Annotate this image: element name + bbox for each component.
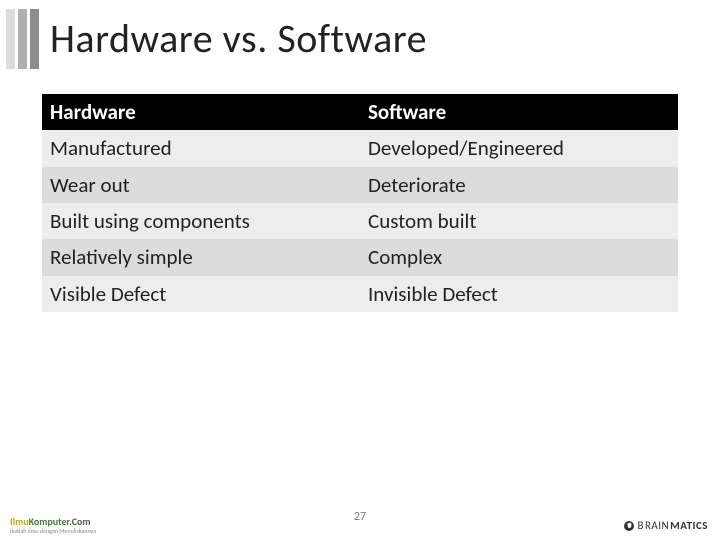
footer-right-logo: BRAINMATICS	[624, 519, 708, 532]
table-cell: Visible Defect	[42, 276, 360, 312]
page-number: 27	[0, 510, 720, 524]
table-row: Built using components Custom built	[42, 203, 678, 239]
deco-bar	[18, 9, 27, 69]
table-row: Visible Defect Invisible Defect	[42, 276, 678, 312]
deco-bar	[6, 9, 15, 69]
table-cell: Manufactured	[42, 130, 360, 166]
table-cell: Developed/Engineered	[360, 130, 678, 166]
table-header-software: Software	[360, 94, 678, 130]
table-cell: Relatively simple	[42, 239, 360, 275]
table-cell: Deteriorate	[360, 167, 678, 203]
table-cell: Complex	[360, 239, 678, 275]
table-row: Relatively simple Complex	[42, 239, 678, 275]
brand-letter-b: B	[637, 519, 643, 532]
table-header-hardware: Hardware	[42, 94, 360, 130]
brand-part-rain: RAIN	[645, 519, 669, 532]
brain-icon	[624, 521, 634, 531]
footer-left-logo: IlmuKomputer.Com Ikatlah Ilmu dengan Men…	[10, 517, 96, 534]
table-header-row: Hardware Software	[42, 94, 678, 130]
table-cell: Wear out	[42, 167, 360, 203]
footer-left-brand: IlmuKomputer.Com	[10, 517, 96, 527]
table-cell: Built using components	[42, 203, 360, 239]
table-cell: Custom built	[360, 203, 678, 239]
comparison-table: Hardware Software Manufactured Developed…	[42, 94, 678, 312]
table-cell: Invisible Defect	[360, 276, 678, 312]
table-row: Manufactured Developed/Engineered	[42, 130, 678, 166]
footer-left-tagline: Ikatlah Ilmu dengan Menuliskannya	[10, 528, 96, 534]
deco-bar	[30, 9, 39, 69]
table-row: Wear out Deteriorate	[42, 167, 678, 203]
slide-title: Hardware vs. Software	[50, 14, 427, 63]
slide: Hardware vs. Software Hardware Software …	[0, 0, 720, 540]
brand-part-matics: MATICS	[670, 519, 708, 532]
decorative-bars	[6, 9, 39, 69]
